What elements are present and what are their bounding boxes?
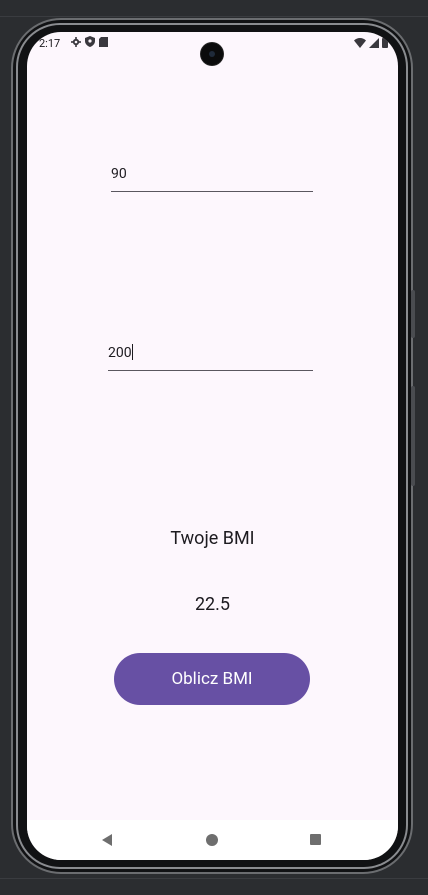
status-icons-right <box>354 37 388 48</box>
height-input[interactable]: 200 <box>108 330 313 371</box>
app-screen: 2:17 90 200 Twoje BMI 22.5 Oblicz BMI <box>27 32 398 860</box>
weight-input-value: 90 <box>111 166 127 182</box>
back-icon[interactable] <box>101 834 113 846</box>
navigation-bar <box>27 820 398 860</box>
wifi-icon <box>354 37 366 48</box>
emulator-bottom-bar <box>0 878 428 895</box>
status-time: 2:17 <box>39 37 61 50</box>
front-camera <box>201 43 223 65</box>
status-bar: 2:17 <box>27 32 398 65</box>
home-icon[interactable] <box>206 834 218 846</box>
signal-icon <box>369 37 379 48</box>
text-cursor <box>131 344 133 360</box>
height-input-value: 200 <box>108 344 133 361</box>
shield-icon <box>85 36 95 47</box>
bmi-value: 22.5 <box>194 594 231 615</box>
weight-input[interactable]: 90 <box>111 158 313 192</box>
calculate-bmi-button[interactable]: Oblicz BMI <box>114 653 310 705</box>
sd-card-icon <box>99 36 108 47</box>
emulator-top-bar <box>0 0 428 17</box>
gear-icon <box>71 36 81 47</box>
status-icons-left <box>71 36 108 47</box>
volume-button[interactable] <box>411 386 415 486</box>
battery-icon <box>382 37 388 48</box>
recent-apps-icon[interactable] <box>310 834 321 845</box>
bmi-label: Twoje BMI <box>170 528 255 549</box>
power-button[interactable] <box>411 290 415 338</box>
